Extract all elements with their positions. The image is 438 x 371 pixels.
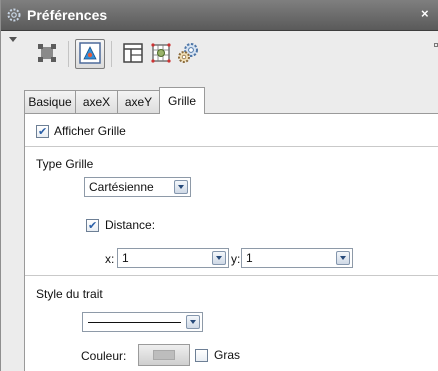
close-button[interactable]: × bbox=[421, 6, 438, 24]
tab-label: Basique bbox=[28, 95, 72, 109]
y-distance-label: y: bbox=[231, 252, 241, 266]
bold-label: Gras bbox=[214, 348, 241, 362]
toolbar-separator bbox=[111, 41, 112, 67]
x-distance-value: 1 bbox=[122, 251, 129, 265]
tab-axey[interactable]: axeY bbox=[117, 90, 160, 113]
graphics-style-button[interactable] bbox=[32, 39, 62, 69]
checkmark-icon: ✔ bbox=[88, 220, 98, 232]
chevron-down-icon[interactable] bbox=[336, 251, 350, 265]
bold-checkbox[interactable] bbox=[195, 349, 208, 362]
layout-icon bbox=[122, 42, 144, 67]
graphics-view-icon bbox=[79, 41, 101, 67]
layout-button[interactable] bbox=[118, 39, 148, 69]
chevron-down-icon[interactable] bbox=[212, 251, 226, 265]
toolbar-separator bbox=[68, 41, 69, 67]
preferences-window: Préférences × Basique axeX axeY Grille ✔… bbox=[0, 0, 438, 371]
checkmark-icon: ✔ bbox=[38, 126, 48, 138]
distance-checkbox[interactable]: ✔ bbox=[86, 219, 99, 232]
color-picker-button[interactable] bbox=[138, 344, 190, 366]
line-style-select[interactable] bbox=[82, 312, 203, 332]
window-title: Préférences bbox=[27, 7, 108, 23]
grid-settings-button[interactable] bbox=[146, 39, 176, 69]
grid-type-select[interactable]: Cartésienne bbox=[84, 177, 191, 197]
graphics-view-button[interactable] bbox=[75, 39, 105, 69]
preferences-gear-icon bbox=[6, 7, 22, 23]
color-label: Couleur: bbox=[81, 349, 127, 363]
tab-label: axeX bbox=[82, 95, 111, 109]
tab-label: axeY bbox=[124, 95, 153, 109]
show-grid-checkbox[interactable]: ✔ bbox=[36, 125, 49, 138]
tab-axex[interactable]: axeX bbox=[75, 90, 118, 113]
tab-basique[interactable]: Basique bbox=[24, 90, 76, 113]
graphics-style-icon bbox=[36, 42, 58, 67]
grille-panel: ✔ Afficher Grille Type Grille Cartésienn… bbox=[24, 113, 438, 371]
section-divider bbox=[25, 275, 438, 276]
grid-settings-icon bbox=[150, 42, 172, 67]
chevron-down-icon[interactable] bbox=[186, 315, 200, 329]
toolbar-overflow-icon[interactable] bbox=[434, 43, 438, 47]
advanced-settings-button[interactable] bbox=[173, 39, 203, 69]
toolbar bbox=[1, 31, 438, 77]
gear-settings-icon bbox=[176, 42, 200, 67]
title-bar[interactable]: Préférences × bbox=[1, 0, 438, 31]
show-grid-label: Afficher Grille bbox=[54, 124, 126, 138]
y-distance-value: 1 bbox=[246, 251, 253, 265]
tab-label: Grille bbox=[167, 94, 196, 108]
toolbar-menu-arrow-icon[interactable] bbox=[9, 37, 17, 42]
grid-type-label: Type Grille bbox=[36, 157, 94, 171]
grid-type-value: Cartésienne bbox=[89, 180, 154, 194]
y-distance-combo[interactable]: 1 bbox=[241, 248, 353, 268]
section-divider bbox=[25, 146, 438, 147]
line-style-preview bbox=[88, 322, 181, 323]
tab-grille[interactable]: Grille bbox=[159, 87, 205, 114]
color-swatch bbox=[153, 350, 175, 360]
x-distance-label: x: bbox=[105, 252, 115, 266]
distance-label: Distance: bbox=[105, 218, 156, 232]
line-style-label: Style du trait bbox=[36, 287, 103, 301]
chevron-down-icon[interactable] bbox=[174, 180, 188, 194]
x-distance-combo[interactable]: 1 bbox=[117, 248, 229, 268]
